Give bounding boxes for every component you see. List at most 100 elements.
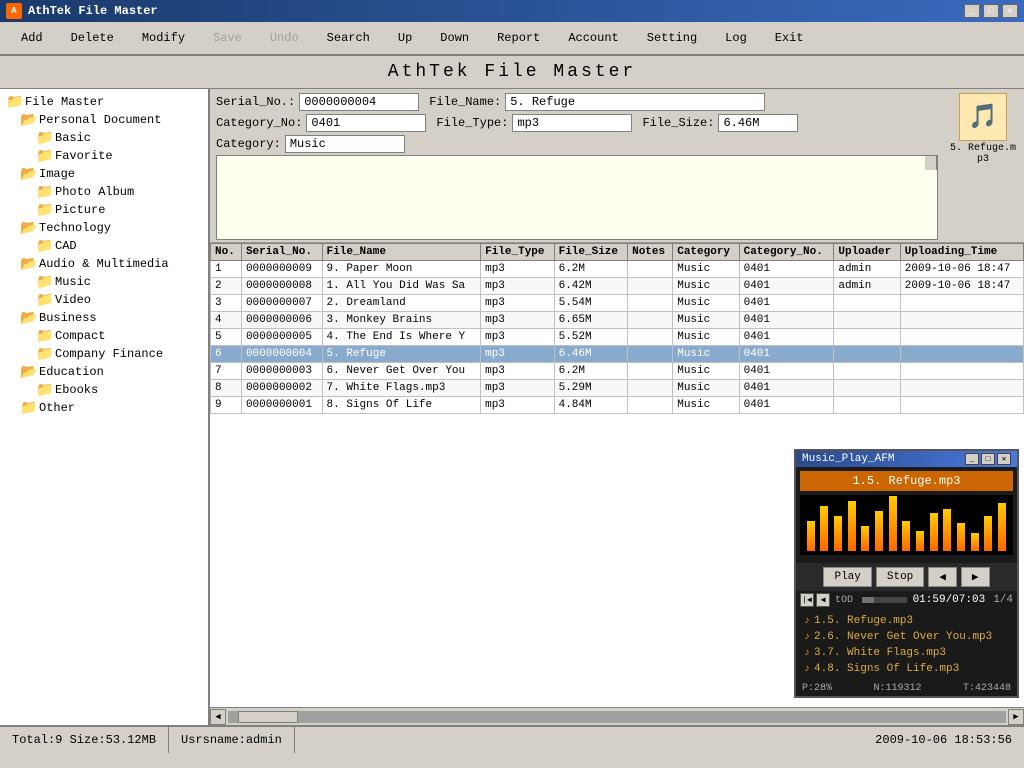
modify-button[interactable]: Modify — [129, 26, 198, 50]
sidebar-item-education[interactable]: 📂 Education — [4, 363, 204, 381]
notes-scrollbar[interactable] — [925, 156, 937, 170]
table-row[interactable]: 400000000063. Monkey Brainsmp36.65MMusic… — [211, 312, 1024, 329]
sidebar-item-compact[interactable]: 📁 Compact — [4, 327, 204, 345]
sidebar-item-favorite[interactable]: 📁 Favorite — [4, 147, 204, 165]
play-button[interactable]: Play — [823, 567, 871, 587]
table-cell: Music — [673, 329, 739, 346]
table-row[interactable]: 900000000018. Signs Of Lifemp34.84MMusic… — [211, 397, 1024, 414]
transport-rewind-btn[interactable]: ◀ — [816, 593, 830, 607]
undo-button[interactable]: Undo — [257, 26, 312, 50]
sidebar-item-basic[interactable]: 📁 Basic — [4, 129, 204, 147]
folder-icon: 📁 — [36, 184, 52, 200]
sidebar-item-picture[interactable]: 📁 Picture — [4, 201, 204, 219]
scroll-thumb[interactable] — [238, 711, 298, 723]
category-no-input[interactable] — [306, 114, 426, 132]
minimize-button[interactable]: _ — [964, 4, 980, 18]
sidebar-item-music[interactable]: 📁 Music — [4, 273, 204, 291]
sidebar-item-filemaster[interactable]: 📁 File Master — [4, 93, 204, 111]
player-controls: Play Stop ◀ ▶ — [796, 563, 1017, 591]
viz-bar-9 — [916, 531, 924, 551]
serial-no-label: Serial_No.: — [216, 95, 295, 109]
progress-fill — [862, 597, 874, 603]
sidebar-label-ebooks: Ebooks — [55, 383, 98, 397]
delete-button[interactable]: Delete — [58, 26, 127, 50]
table-cell: 3 — [211, 295, 242, 312]
sidebar-item-personal[interactable]: 📂 Personal Document — [4, 111, 204, 129]
playlist-item-4[interactable]: ♪ 4.8. Signs Of Life.mp3 — [800, 661, 1013, 677]
playlist-item-2[interactable]: ♪ 2.6. Never Get Over You.mp3 — [800, 629, 1013, 645]
viz-bar-7 — [889, 496, 897, 551]
setting-button[interactable]: Setting — [634, 26, 710, 50]
table-row[interactable]: 100000000099. Paper Moonmp36.2MMusic0401… — [211, 261, 1024, 278]
player-footer-t: T:423448 — [963, 683, 1011, 694]
viz-bar-14 — [984, 516, 992, 551]
table-row[interactable]: 500000000054. The End Is Where Ymp35.52M… — [211, 329, 1024, 346]
folder-icon: 📁 — [36, 238, 52, 254]
report-button[interactable]: Report — [484, 26, 553, 50]
player-close-btn[interactable]: ✕ — [997, 453, 1011, 465]
scroll-right-arrow[interactable]: ▶ — [1008, 709, 1024, 725]
player-window-controls: _ □ ✕ — [965, 453, 1011, 465]
sidebar-item-cad[interactable]: 📁 CAD — [4, 237, 204, 255]
file-name-input[interactable] — [505, 93, 765, 111]
table-cell: 0000000001 — [241, 397, 322, 414]
scroll-track[interactable] — [228, 711, 1006, 723]
log-button[interactable]: Log — [712, 26, 760, 50]
close-button[interactable]: ✕ — [1002, 4, 1018, 18]
sidebar-item-video[interactable]: 📁 Video — [4, 291, 204, 309]
prev-button[interactable]: ◀ — [928, 567, 957, 587]
table-cell — [900, 380, 1023, 397]
next-button[interactable]: ▶ — [961, 567, 990, 587]
window-controls: _ □ ✕ — [964, 4, 1018, 18]
save-button[interactable]: Save — [200, 26, 255, 50]
table-row[interactable]: 200000000081. All You Did Was Samp36.42M… — [211, 278, 1024, 295]
sidebar-item-audio[interactable]: 📂 Audio & Multimedia — [4, 255, 204, 273]
sidebar-item-image[interactable]: 📂 Image — [4, 165, 204, 183]
player-titlebar[interactable]: Music_Play_AFM _ □ ✕ — [796, 451, 1017, 467]
notes-textarea[interactable] — [216, 155, 938, 240]
folder-icon: 📂 — [20, 310, 36, 326]
sidebar-item-photoalbum[interactable]: 📁 Photo Album — [4, 183, 204, 201]
status-datetime: 2009-10-06 18:53:56 — [863, 727, 1024, 753]
transport-prev-btn[interactable]: |◀ — [800, 593, 814, 607]
playlist-label-4: 4.8. Signs Of Life.mp3 — [814, 663, 959, 675]
table-cell: 9 — [211, 397, 242, 414]
account-button[interactable]: Account — [555, 26, 631, 50]
table-cell: 5.29M — [554, 380, 628, 397]
viz-bar-6 — [875, 511, 883, 551]
table-row[interactable]: 600000000045. Refugemp36.46MMusic0401 — [211, 346, 1024, 363]
file-type-input[interactable] — [512, 114, 632, 132]
sidebar-item-ebooks[interactable]: 📁 Ebooks — [4, 381, 204, 399]
serial-no-input[interactable] — [299, 93, 419, 111]
table-row[interactable]: 800000000027. White Flags.mp3mp35.29MMus… — [211, 380, 1024, 397]
playlist-item-1[interactable]: ♪ 1.5. Refuge.mp3 — [800, 613, 1013, 629]
sidebar-label-favorite: Favorite — [55, 149, 113, 163]
down-button[interactable]: Down — [427, 26, 482, 50]
sidebar-item-technology[interactable]: 📂 Technology — [4, 219, 204, 237]
sidebar-item-other[interactable]: 📁 Other — [4, 399, 204, 417]
add-button[interactable]: Add — [8, 26, 56, 50]
search-button[interactable]: Search — [314, 26, 383, 50]
player-footer-n: N:119312 — [873, 683, 921, 694]
table-cell: admin — [834, 261, 900, 278]
table-row[interactable]: 300000000072. Dreamlandmp35.54MMusic0401 — [211, 295, 1024, 312]
scroll-left-arrow[interactable]: ◀ — [210, 709, 226, 725]
table-row[interactable]: 700000000036. Never Get Over Yoump36.2MM… — [211, 363, 1024, 380]
folder-icon: 📁 — [36, 202, 52, 218]
sidebar-item-business[interactable]: 📂 Business — [4, 309, 204, 327]
file-size-input[interactable] — [718, 114, 798, 132]
player-maximize-btn[interactable]: □ — [981, 453, 995, 465]
status-username: Usrsname:admin — [169, 727, 295, 753]
table-cell: 0000000007 — [241, 295, 322, 312]
maximize-button[interactable]: □ — [983, 4, 999, 18]
table-cell — [628, 329, 673, 346]
player-minimize-btn[interactable]: _ — [965, 453, 979, 465]
exit-button[interactable]: Exit — [762, 26, 817, 50]
sidebar-item-companyfinance[interactable]: 📁 Company Finance — [4, 345, 204, 363]
playlist-item-3[interactable]: ♪ 3.7. White Flags.mp3 — [800, 645, 1013, 661]
stop-button[interactable]: Stop — [876, 567, 924, 587]
table-cell: mp3 — [481, 346, 555, 363]
category-input[interactable] — [285, 135, 405, 153]
up-button[interactable]: Up — [385, 26, 425, 50]
progress-bar[interactable] — [862, 597, 907, 603]
